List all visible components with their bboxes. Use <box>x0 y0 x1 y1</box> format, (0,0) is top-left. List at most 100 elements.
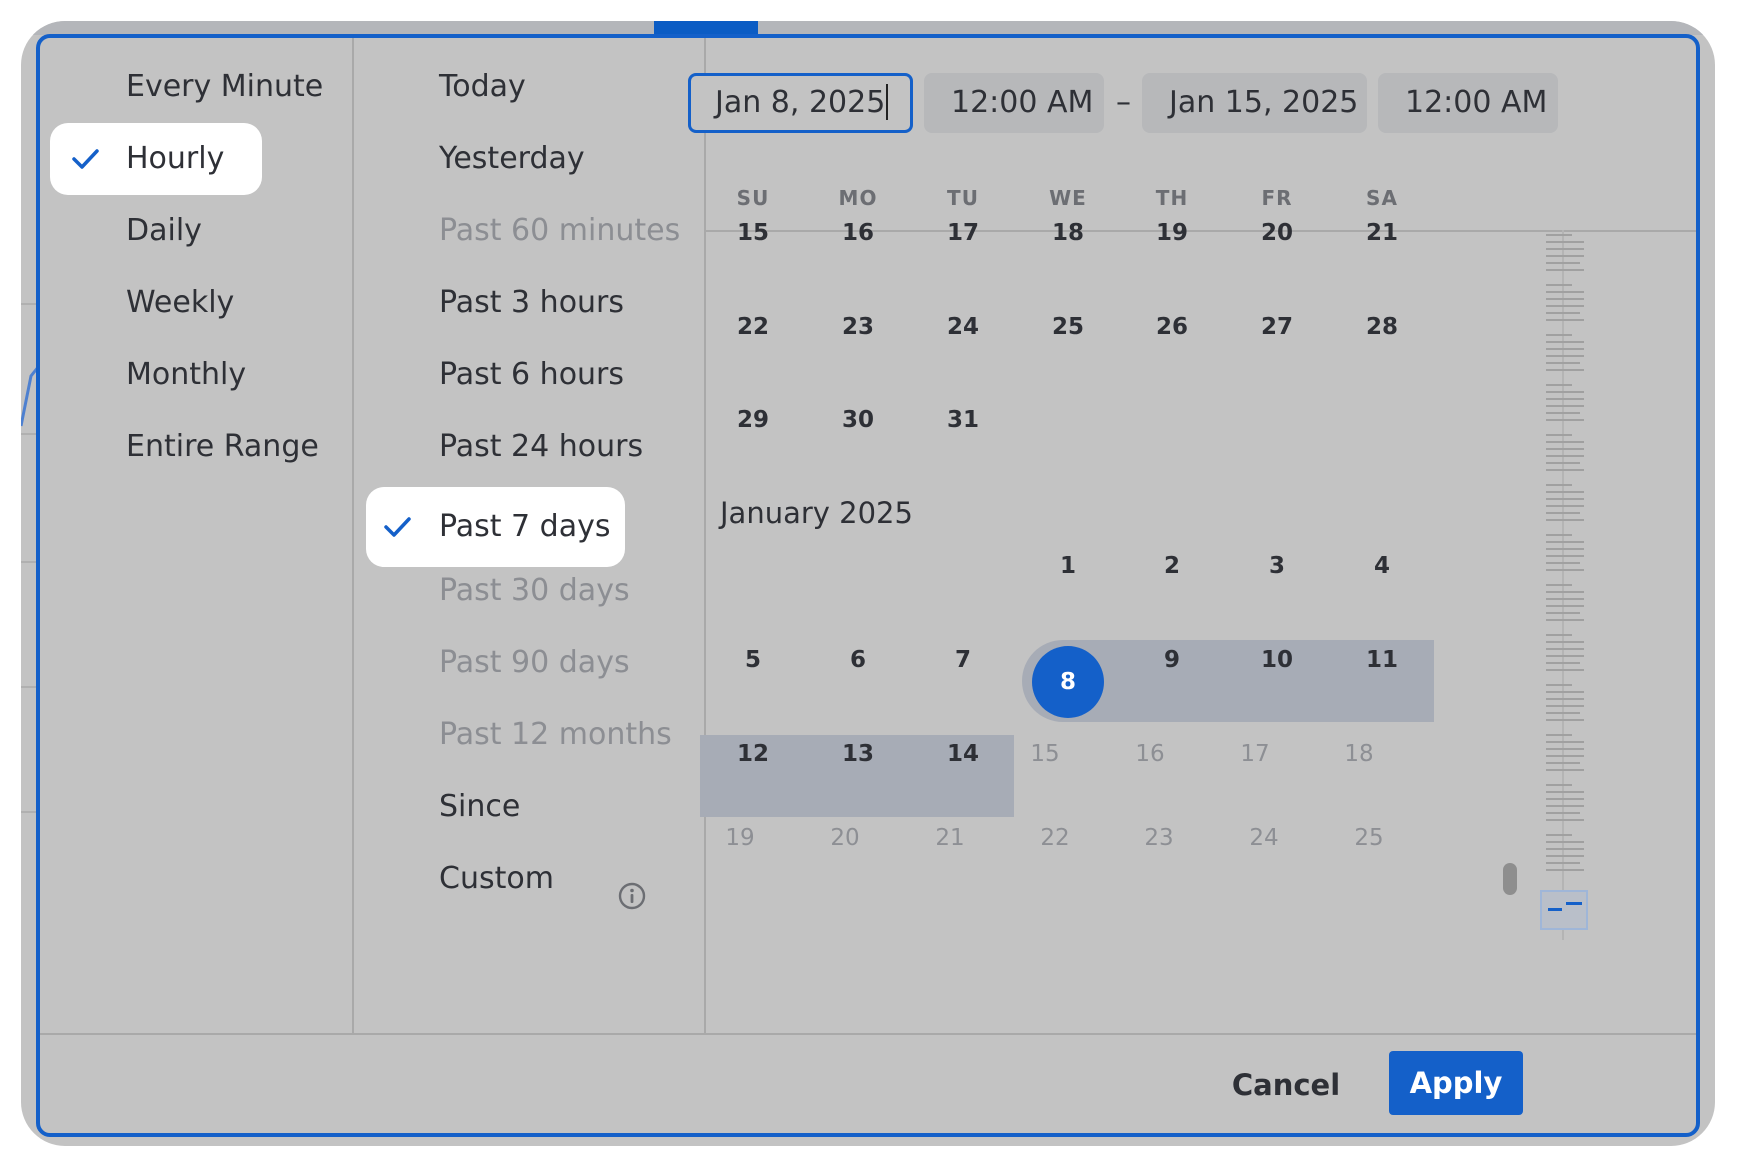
weekday-label: SA <box>1366 186 1398 210</box>
calendar-day[interactable]: 7 <box>933 647 993 673</box>
granularity-option-label: Weekly <box>126 285 235 320</box>
calendar-day[interactable]: 25 <box>1339 825 1399 851</box>
relative-option-today[interactable]: Today <box>354 51 694 123</box>
range-separator: – <box>1116 85 1131 120</box>
relative-option-label: Past 30 days <box>439 573 630 608</box>
relative-option-label: Custom <box>439 861 554 896</box>
relative-option-since[interactable]: Since <box>354 771 694 843</box>
start-time-input[interactable]: 12:00 AM <box>924 73 1104 133</box>
granularity-option-weekly[interactable]: Weekly <box>40 267 340 339</box>
relative-option-label: Today <box>439 69 526 104</box>
calendar-day[interactable]: 26 <box>1142 314 1202 340</box>
end-time-input[interactable]: 12:00 AM <box>1378 73 1558 133</box>
calendar-day-selected[interactable]: 8 <box>1032 646 1104 718</box>
calendar-day[interactable]: 13 <box>828 741 888 767</box>
calendar-day[interactable]: 25 <box>1038 314 1098 340</box>
minimap-viewport[interactable] <box>1540 890 1588 930</box>
relative-option-past-24-hours[interactable]: Past 24 hours <box>354 411 694 483</box>
calendar-day[interactable]: 23 <box>828 314 888 340</box>
checkmark-icon <box>70 123 100 195</box>
end-date-input[interactable]: Jan 15, 2025 <box>1142 73 1367 133</box>
calendar-day[interactable]: 28 <box>1352 314 1412 340</box>
relative-option-label: Past 6 hours <box>439 357 625 392</box>
relative-option-label: Past 90 days <box>439 645 630 680</box>
calendar-day[interactable]: 27 <box>1247 314 1307 340</box>
relative-option-custom[interactable]: Custom <box>354 843 694 915</box>
relative-option-label: Past 3 hours <box>439 285 625 320</box>
relative-option-label: Past 60 minutes <box>439 213 681 248</box>
granularity-option-every-minute[interactable]: Every Minute <box>40 51 340 123</box>
calendar-day[interactable]: 21 <box>920 825 980 851</box>
calendar-day[interactable]: 19 <box>1142 220 1202 246</box>
calendar-day[interactable]: 30 <box>828 407 888 433</box>
start-date-input[interactable]: Jan 8, 2025 <box>688 73 913 133</box>
apply-button[interactable]: Apply <box>1389 1051 1523 1115</box>
relative-option-past-6-hours[interactable]: Past 6 hours <box>354 339 694 411</box>
calendar-day[interactable]: 29 <box>723 407 783 433</box>
calendar-day[interactable]: 9 <box>1142 647 1202 673</box>
calendar-day[interactable]: 18 <box>1329 741 1389 767</box>
granularity-option-label: Daily <box>126 213 202 248</box>
weekday-label: SU <box>736 186 770 210</box>
granularity-option-label: Entire Range <box>126 429 319 464</box>
relative-option-past-30-days: Past 30 days <box>354 555 694 627</box>
relative-option-label: Yesterday <box>439 141 585 176</box>
calendar-day[interactable]: 15 <box>1015 741 1075 767</box>
calendar-day[interactable]: 5 <box>723 647 783 673</box>
month-heading: January 2025 <box>720 496 913 530</box>
calendar-day[interactable]: 1 <box>1038 553 1098 579</box>
calendar-day[interactable]: 15 <box>723 220 783 246</box>
granularity-option-hourly[interactable]: Hourly <box>50 123 262 195</box>
relative-option-past-90-days: Past 90 days <box>354 627 694 699</box>
granularity-list: Every Minute Hourly Daily Weekly Monthly Enti… <box>40 38 354 1033</box>
info-icon[interactable] <box>618 865 646 910</box>
calendar-day[interactable]: 18 <box>1038 220 1098 246</box>
calendar-day[interactable]: 21 <box>1352 220 1412 246</box>
calendar-day[interactable]: 3 <box>1247 553 1307 579</box>
text-caret <box>886 83 889 120</box>
cancel-button[interactable]: Cancel <box>1226 1053 1346 1117</box>
calendar-day[interactable]: 22 <box>1025 825 1085 851</box>
relative-option-label: Past 12 months <box>439 717 672 752</box>
relative-option-label: Since <box>439 789 521 824</box>
calendar-minimap[interactable] <box>1540 230 1604 940</box>
calendar-day[interactable]: 24 <box>1234 825 1294 851</box>
calendar-day[interactable]: 14 <box>933 741 993 767</box>
background-toolbar <box>21 21 1715 35</box>
calendar-day[interactable]: 10 <box>1247 647 1307 673</box>
date-range-picker-dialog: Every Minute Hourly Daily Weekly Monthly Enti… <box>36 34 1700 1137</box>
calendar-day[interactable]: 19 <box>710 825 770 851</box>
relative-option-past-60-minutes: Past 60 minutes <box>354 195 694 267</box>
calendar-day[interactable]: 12 <box>723 741 783 767</box>
calendar-day[interactable]: 6 <box>828 647 888 673</box>
calendar-day[interactable]: 11 <box>1352 647 1412 673</box>
weekday-label: TH <box>1155 186 1189 210</box>
calendar-panel: Jan 8, 2025 12:00 AM – Jan 15, 2025 12:0… <box>688 38 1696 1033</box>
granularity-option-monthly[interactable]: Monthly <box>40 339 340 411</box>
relative-option-past-3-hours[interactable]: Past 3 hours <box>354 267 694 339</box>
weekday-label: WE <box>1049 186 1087 210</box>
calendar-day[interactable]: 2 <box>1142 553 1202 579</box>
calendar-day[interactable]: 24 <box>933 314 993 340</box>
calendar-scroll-thumb[interactable] <box>1503 863 1517 895</box>
calendar-day[interactable]: 4 <box>1352 553 1412 579</box>
relative-option-past-12-months: Past 12 months <box>354 699 694 771</box>
granularity-option-label: Every Minute <box>126 69 324 104</box>
weekday-label: FR <box>1261 186 1293 210</box>
calendar-day[interactable]: 17 <box>933 220 993 246</box>
calendar-day[interactable]: 16 <box>828 220 888 246</box>
granularity-option-entire-range[interactable]: Entire Range <box>40 411 340 483</box>
calendar-day[interactable]: 22 <box>723 314 783 340</box>
weekday-label: MO <box>838 186 878 210</box>
granularity-option-daily[interactable]: Daily <box>40 195 340 267</box>
relative-range-list: Today Yesterday Past 60 minutes Past 3 hour… <box>354 38 706 1033</box>
calendar-day[interactable]: 31 <box>933 407 993 433</box>
weekday-label: TU <box>947 186 979 210</box>
calendar-day[interactable]: 23 <box>1129 825 1189 851</box>
calendar-day[interactable]: 17 <box>1225 741 1285 767</box>
calendar-day[interactable]: 20 <box>815 825 875 851</box>
calendar-day[interactable]: 16 <box>1120 741 1180 767</box>
granularity-option-label: Monthly <box>126 357 247 392</box>
relative-option-yesterday[interactable]: Yesterday <box>354 123 694 195</box>
calendar-day[interactable]: 20 <box>1247 220 1307 246</box>
